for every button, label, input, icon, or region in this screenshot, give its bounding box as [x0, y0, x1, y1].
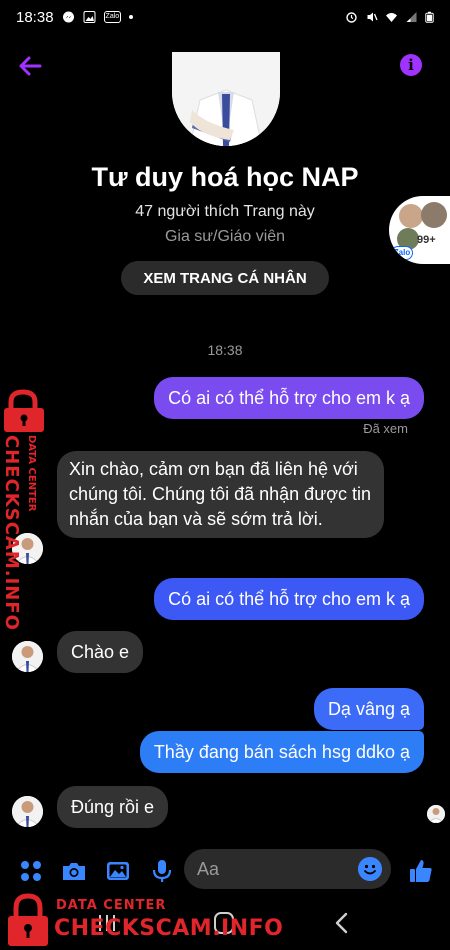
- outgoing-message[interactable]: Thầy đang bán sách hsg ddko ạ: [139, 731, 424, 773]
- mute-icon: [367, 12, 378, 22]
- page-avatar[interactable]: [172, 52, 280, 146]
- incoming-message[interactable]: Xin chào, cảm ơn bạn đã liên hệ với chún…: [57, 451, 384, 538]
- info-icon[interactable]: i: [400, 54, 422, 76]
- camera-icon[interactable]: [61, 858, 87, 884]
- page-name: Tư duy hoá học NAP: [91, 162, 359, 192]
- outgoing-message[interactable]: Dạ vâng ạ: [313, 688, 424, 730]
- apps-icon[interactable]: [18, 858, 44, 884]
- watermark-side-label-small: DATA CENTER: [26, 435, 37, 512]
- emoji-icon[interactable]: [358, 857, 382, 881]
- gallery-notification-icon: [83, 11, 96, 23]
- signal-icon: [406, 12, 417, 22]
- message-input[interactable]: Aa: [184, 849, 391, 889]
- zalo-notification-icon: Zalo: [103, 11, 122, 23]
- message-input-placeholder: Aa: [197, 859, 220, 879]
- watermark-bottom-label-large: CHECKSCAM.INFO: [54, 916, 284, 941]
- watermark-bottom: DATA CENTER CHECKSCAM.INFO: [0, 893, 284, 950]
- sender-avatar: [12, 796, 43, 827]
- page-likes: 47 người thích Trang này: [135, 203, 315, 220]
- incoming-message[interactable]: Chào e: [57, 631, 144, 673]
- gallery-icon[interactable]: [105, 858, 131, 884]
- message-timestamp: 18:38: [207, 342, 243, 358]
- back-icon[interactable]: [334, 912, 350, 934]
- watermark-bottom-label-small: DATA CENTER: [56, 898, 167, 913]
- lock-icon: [4, 389, 44, 432]
- lock-icon: [8, 893, 48, 946]
- alarm-icon: [346, 12, 357, 23]
- more-notifications-icon: [129, 15, 134, 19]
- status-bar: 18:38 Zalo: [0, 0, 450, 34]
- status-time: 18:38: [16, 8, 54, 26]
- chat-head-count: 99+: [417, 234, 436, 246]
- thumbs-up-icon[interactable]: [408, 858, 434, 884]
- battery-icon: [425, 11, 434, 23]
- page-category: Gia sư/Giáo viên: [164, 228, 286, 245]
- back-arrow-icon[interactable]: [16, 52, 44, 80]
- sender-avatar: [12, 641, 43, 672]
- wifi-icon: [386, 13, 397, 22]
- floating-chat-head[interactable]: 99+ Zalo: [389, 196, 450, 264]
- chat-head-avatar-2: [421, 202, 447, 228]
- watermark-side: DATA CENTER CHECKSCAM.INFO: [0, 389, 54, 631]
- chat-head-avatar-1: [399, 204, 423, 228]
- view-page-button[interactable]: XEM TRANG CÁ NHÂN: [121, 261, 329, 295]
- zalo-badge: Zalo: [391, 246, 413, 260]
- incoming-message[interactable]: Đúng rồi e: [57, 786, 169, 828]
- outgoing-message[interactable]: Có ai có thể hỗ trợ cho em k ạ: [154, 578, 424, 620]
- microphone-icon[interactable]: [149, 858, 175, 884]
- read-receipt-avatar: [427, 805, 445, 823]
- outgoing-message[interactable]: Có ai có thể hỗ trợ cho em k ạ: [154, 377, 424, 419]
- watermark-side-label-large: CHECKSCAM.INFO: [1, 435, 22, 631]
- message-composer: Aa: [0, 848, 450, 892]
- messenger-notification-icon: [62, 11, 74, 23]
- seen-status: Đã xem: [363, 421, 408, 436]
